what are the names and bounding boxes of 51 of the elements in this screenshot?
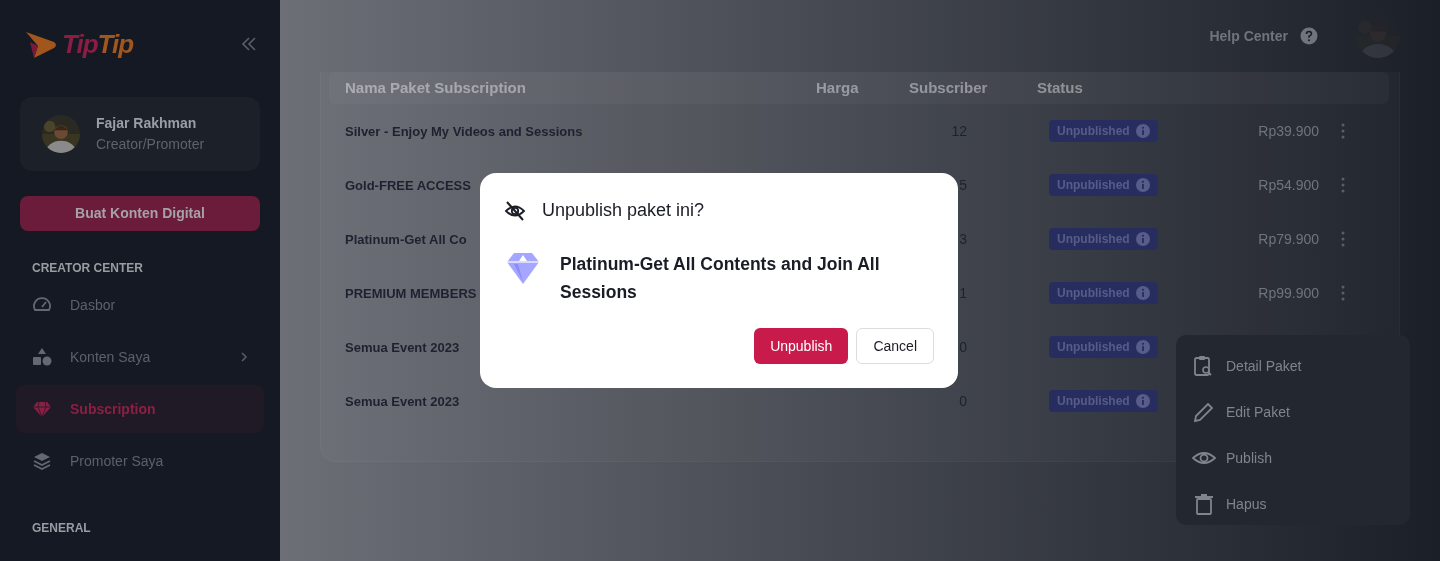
pencil-icon: [1192, 400, 1216, 424]
cancel-button[interactable]: Cancel: [856, 328, 934, 364]
column-header: Harga: [816, 77, 860, 98]
info-icon[interactable]: [1135, 340, 1150, 354]
info-icon[interactable]: [1135, 232, 1150, 246]
table-cell: Rp39.900: [1258, 123, 1319, 139]
kebab-icon[interactable]: [1341, 123, 1345, 139]
collapse-icon[interactable]: [240, 36, 256, 52]
eye-off-icon: [504, 199, 526, 222]
layers-icon: [32, 451, 52, 471]
info-icon[interactable]: [1135, 178, 1150, 192]
package-name: Platinum-Get All Contents and Join All Sessions: [560, 253, 881, 304]
unpublish-button[interactable]: Unpublish: [754, 328, 849, 364]
sidebar-item[interactable]: Konten Saya: [16, 333, 264, 381]
user-role: Creator/Promoter: [96, 135, 205, 154]
diamond-icon: [506, 252, 540, 284]
trash-icon: [1192, 492, 1216, 516]
logo[interactable]: TipTip: [24, 28, 134, 60]
diamond-icon: [32, 399, 52, 419]
table-cell: Rp79.900: [1258, 231, 1319, 247]
create-button[interactable]: Buat Konten Digital: [20, 196, 260, 231]
user-name: Fajar Rakhman: [96, 114, 198, 133]
table-cell: Rp54.900: [1258, 177, 1319, 193]
kebab-icon[interactable]: [1341, 231, 1345, 247]
kebab-icon[interactable]: [1341, 177, 1345, 193]
table-cell: Platinum-Get All Co: [345, 232, 467, 247]
info-icon[interactable]: [1135, 124, 1150, 138]
sidebar-item[interactable]: Promoter Saya: [16, 437, 264, 485]
table-cell: Silver - Enjoy My Videos and Sessions: [345, 124, 583, 139]
help-link[interactable]: Help Center: [1209, 25, 1288, 47]
info-icon[interactable]: [1135, 394, 1150, 408]
help-icon[interactable]: [1300, 27, 1318, 45]
menu-item[interactable]: Publish: [1176, 435, 1410, 481]
sidebar-item[interactable]: Dasbor: [16, 281, 264, 329]
table-cell: Semua Event 2023: [345, 394, 460, 409]
column-header: Status: [1037, 77, 1084, 98]
table-cell: PREMIUM MEMBERS: [345, 286, 477, 301]
dialog-title: Unpublish paket ini?: [542, 199, 705, 222]
column-header: Subscriber: [909, 77, 989, 98]
column-header: Nama Paket Subscription: [345, 77, 527, 98]
section-heading: GENERAL: [31, 520, 92, 537]
table-cell: Semua Event 2023: [345, 340, 460, 355]
menu-item[interactable]: Edit Paket: [1176, 389, 1410, 435]
menu-item[interactable]: Detail Paket: [1176, 343, 1410, 389]
kebab-icon[interactable]: [1341, 285, 1345, 301]
menu-item[interactable]: Hapus: [1176, 481, 1410, 527]
shapes-icon: [32, 347, 52, 367]
table-cell: Rp99.900: [1258, 285, 1319, 301]
info-icon[interactable]: [1135, 286, 1150, 300]
section-heading: CREATOR CENTER: [31, 260, 144, 277]
table-cell: Gold-FREE ACCESS: [345, 178, 471, 193]
